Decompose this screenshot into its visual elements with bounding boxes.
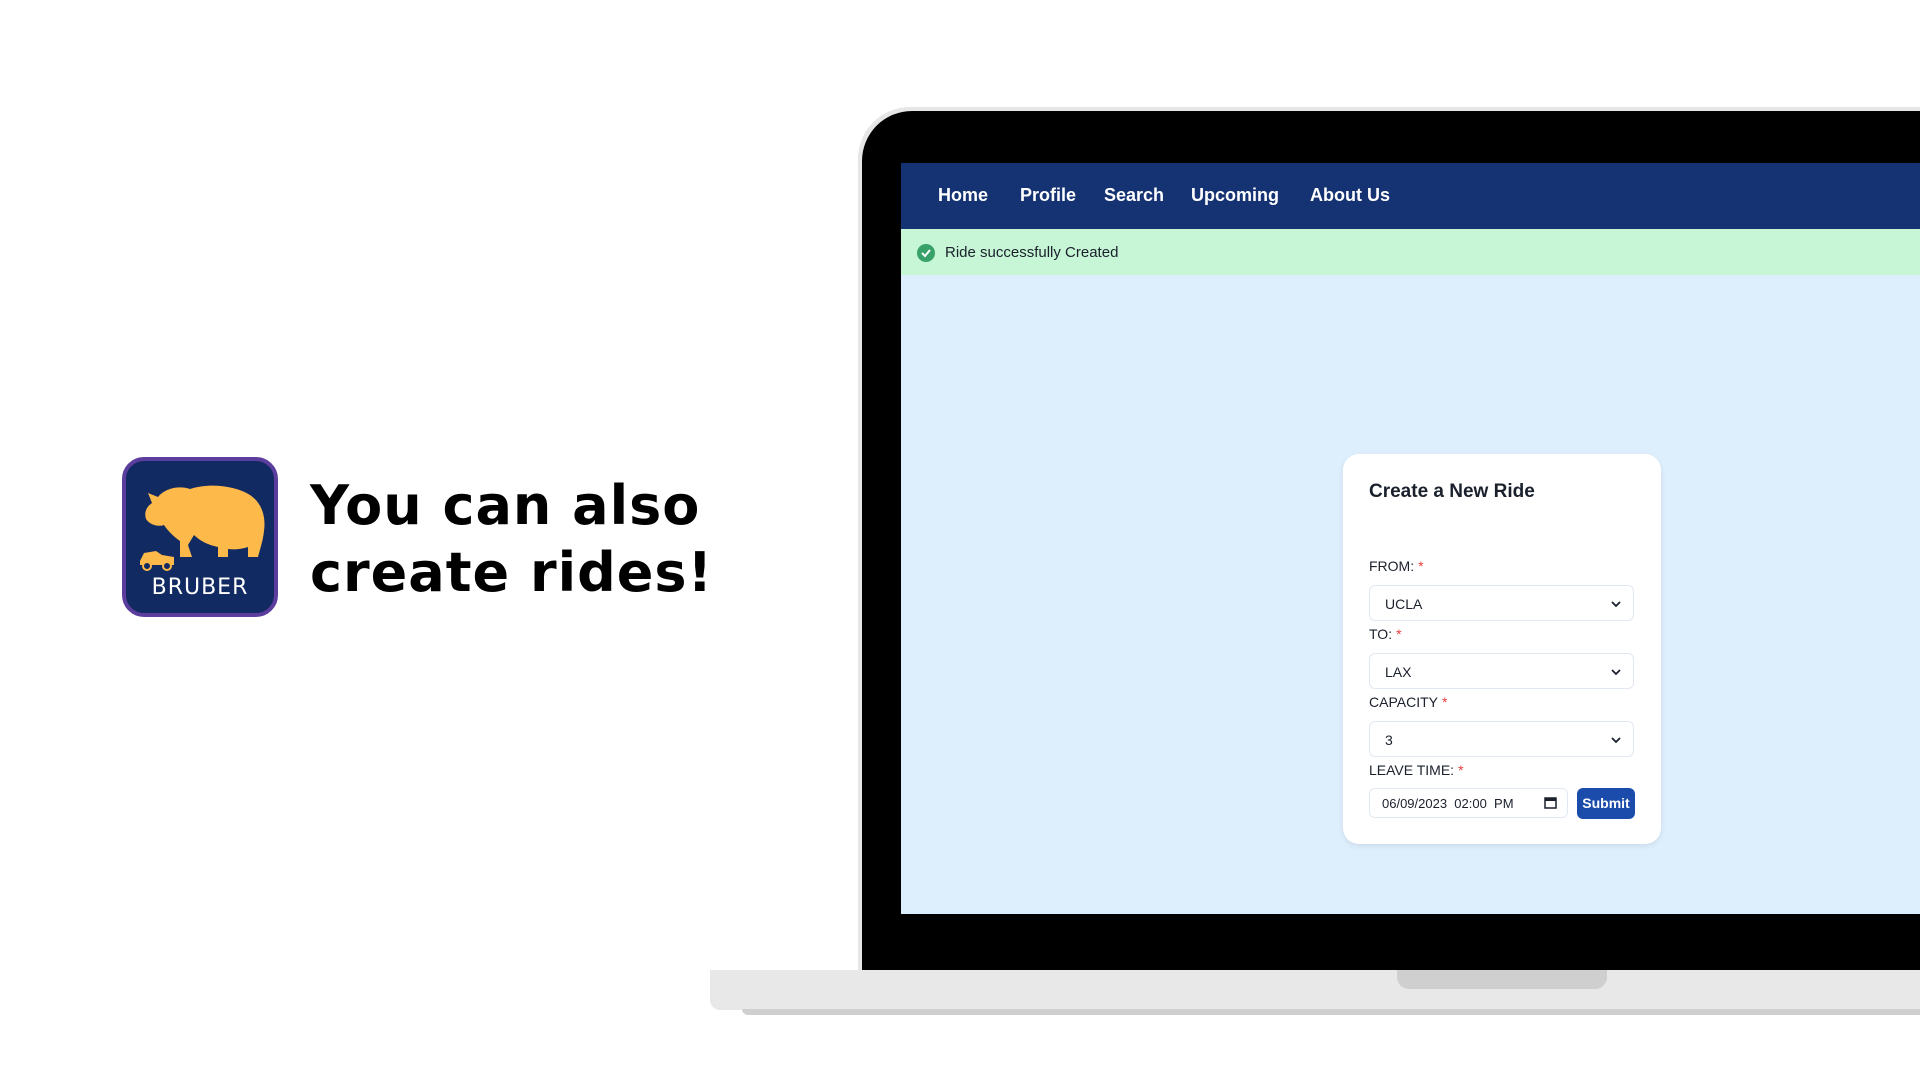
alert-message: Ride successfully Created: [945, 244, 1119, 261]
from-value: UCLA: [1385, 596, 1423, 612]
to-value: LAX: [1385, 664, 1412, 680]
chevron-down-icon: [1611, 669, 1621, 676]
leave-time-label: LEAVE TIME: *: [1369, 762, 1464, 778]
bear-logo-icon: [140, 485, 265, 571]
chevron-down-icon: [1611, 737, 1621, 744]
capacity-label-text: CAPACITY: [1369, 694, 1438, 710]
car-icon: [140, 551, 174, 571]
app-logo: BRUBER: [122, 457, 278, 617]
headline-line-2: create rides!: [310, 541, 714, 604]
chevron-down-icon: [1611, 601, 1621, 608]
from-label-text: FROM:: [1369, 558, 1415, 574]
nav-about-us[interactable]: About Us: [1310, 185, 1390, 206]
required-mark: *: [1441, 694, 1448, 710]
required-mark: *: [1418, 558, 1424, 574]
create-ride-card: Create a New Ride FROM: * UCLA TO: * LAX C…: [1343, 454, 1661, 844]
form-title: Create a New Ride: [1369, 481, 1535, 502]
nav-home[interactable]: Home: [938, 185, 988, 206]
nav-search[interactable]: Search: [1104, 185, 1164, 206]
to-select[interactable]: LAX: [1369, 653, 1634, 689]
submit-button[interactable]: Submit: [1577, 788, 1635, 819]
navbar: Home Profile Search Upcoming About Us: [901, 163, 1920, 229]
required-mark: *: [1396, 626, 1402, 642]
leave-time-input[interactable]: 06/09/2023 02:00 PM: [1369, 788, 1568, 818]
laptop-base: [710, 970, 1920, 1010]
success-alert: Ride successfully Created: [901, 229, 1920, 275]
leave-time-value: 06/09/2023 02:00 PM: [1382, 796, 1514, 811]
app-screen: Home Profile Search Upcoming About Us Ri…: [901, 163, 1920, 914]
check-circle-icon: [917, 244, 935, 262]
headline-line-1: You can also: [310, 474, 701, 537]
nav-profile[interactable]: Profile: [1020, 185, 1076, 206]
to-label-text: TO:: [1369, 626, 1393, 642]
capacity-label: CAPACITY *: [1369, 694, 1447, 710]
from-select[interactable]: UCLA: [1369, 585, 1634, 621]
capacity-value: 3: [1385, 732, 1393, 748]
laptop-notch: [1397, 970, 1607, 989]
required-mark: *: [1458, 762, 1464, 778]
brand-name: BRUBER: [151, 575, 249, 600]
nav-upcoming[interactable]: Upcoming: [1191, 185, 1279, 206]
capacity-select[interactable]: 3: [1369, 721, 1634, 757]
from-label: FROM: *: [1369, 558, 1424, 574]
headline: You can also create rides!: [310, 472, 730, 606]
laptop-base-shadow: [742, 1009, 1920, 1015]
calendar-icon[interactable]: [1544, 796, 1557, 809]
leave-time-label-text: LEAVE TIME:: [1369, 762, 1455, 778]
to-label: TO: *: [1369, 626, 1402, 642]
